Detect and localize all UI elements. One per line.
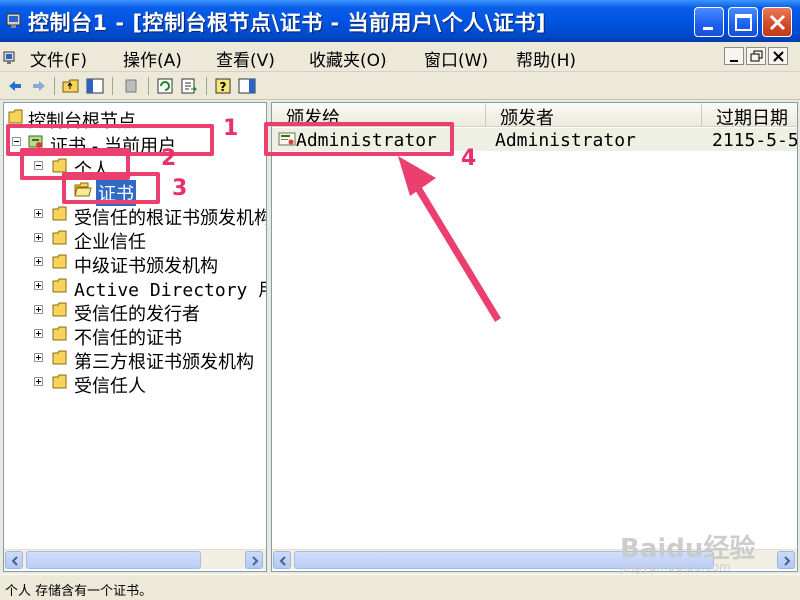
tree-label: 企业信任 bbox=[74, 232, 146, 253]
cell-issued-by: Administrator bbox=[495, 130, 636, 151]
folder-icon bbox=[52, 278, 67, 293]
folder-icon bbox=[52, 230, 67, 245]
maximize-button[interactable] bbox=[728, 7, 758, 37]
export-list-icon[interactable] bbox=[180, 77, 198, 95]
result-pane[interactable]: 颁发给 颁发者 过期日期 Administrator Administrator… bbox=[271, 102, 798, 572]
folder-icon bbox=[52, 206, 67, 221]
show-hide-tree-icon[interactable] bbox=[86, 77, 104, 95]
expand-toggle[interactable] bbox=[34, 329, 43, 338]
tree-label: 第三方根证书颁发机构 bbox=[74, 352, 254, 373]
folder-icon bbox=[8, 109, 23, 124]
status-bar: 个人 存储含有一个证书。 bbox=[0, 574, 800, 600]
tree-label: 受信任的发行者 bbox=[74, 304, 200, 325]
expand-toggle[interactable] bbox=[34, 209, 43, 218]
tree-label: 不信任的证书 bbox=[74, 328, 182, 349]
menu-view[interactable]: 查看(V) bbox=[216, 46, 275, 71]
toolbar-separator bbox=[206, 77, 207, 95]
scroll-right-button[interactable] bbox=[245, 551, 263, 569]
window-title: 控制台1 - [控制台根节点\证书 - 当前用户\个人\证书] bbox=[28, 11, 546, 35]
mdi-minimize-button[interactable] bbox=[724, 47, 744, 65]
folder-icon bbox=[52, 374, 67, 389]
callout-number-2: 2 bbox=[161, 146, 177, 171]
chevron-left-icon bbox=[11, 556, 18, 566]
maximize-icon bbox=[735, 14, 752, 31]
close-icon bbox=[773, 51, 784, 62]
back-arrow-icon[interactable] bbox=[6, 77, 24, 95]
callout-box-3 bbox=[62, 172, 160, 204]
chevron-right-icon bbox=[784, 556, 791, 566]
forward-arrow-icon[interactable] bbox=[30, 77, 48, 95]
close-icon bbox=[769, 14, 786, 31]
baidu-watermark-url: jingyan.baidu.com bbox=[620, 560, 731, 574]
menu-file[interactable]: 文件(F) bbox=[30, 46, 87, 71]
expand-toggle[interactable] bbox=[34, 233, 43, 242]
refresh-icon[interactable] bbox=[156, 77, 174, 95]
expand-toggle[interactable] bbox=[34, 281, 43, 290]
folder-icon bbox=[52, 326, 67, 341]
menu-bar: 文件(F) 操作(A) 查看(V) 收藏夹(O) 窗口(W) 帮助(H) bbox=[0, 42, 800, 72]
scroll-right-button[interactable] bbox=[777, 551, 795, 569]
minimize-button[interactable] bbox=[694, 7, 724, 37]
show-hide-action-pane-icon[interactable] bbox=[238, 77, 256, 95]
column-header-expiration[interactable]: 过期日期 bbox=[702, 103, 797, 127]
expand-toggle[interactable] bbox=[34, 305, 43, 314]
console-menu-icon[interactable] bbox=[3, 50, 17, 66]
folder-icon bbox=[52, 254, 67, 269]
folder-icon bbox=[52, 350, 67, 365]
scroll-left-button[interactable] bbox=[273, 551, 291, 569]
menu-window[interactable]: 窗口(W) bbox=[424, 46, 488, 71]
column-header-label: 颁发者 bbox=[500, 108, 554, 127]
menu-favorites[interactable]: 收藏夹(O) bbox=[309, 46, 387, 71]
toolbar-separator bbox=[112, 77, 113, 95]
title-bar[interactable]: 控制台1 - [控制台根节点\证书 - 当前用户\个人\证书] bbox=[0, 0, 800, 42]
minimize-icon bbox=[730, 60, 738, 62]
tree-label: 受信任人 bbox=[74, 376, 146, 397]
mdi-close-button[interactable] bbox=[768, 47, 788, 65]
svg-text:?: ? bbox=[220, 80, 227, 94]
help-icon[interactable]: ? bbox=[214, 77, 232, 95]
chevron-left-icon bbox=[279, 556, 286, 566]
callout-number-1: 1 bbox=[223, 116, 239, 141]
up-folder-icon[interactable] bbox=[62, 77, 80, 95]
status-text: 个人 存储含有一个证书。 bbox=[5, 584, 153, 599]
folder-icon bbox=[52, 302, 67, 317]
callout-arrow bbox=[398, 156, 501, 322]
tree-label: Active Directory 用户对象 bbox=[74, 280, 266, 301]
chevron-right-icon bbox=[252, 556, 259, 566]
callout-number-3: 3 bbox=[172, 176, 188, 201]
column-header-label: 过期日期 bbox=[716, 108, 788, 127]
menu-help[interactable]: 帮助(H) bbox=[516, 46, 576, 71]
expand-toggle[interactable] bbox=[34, 353, 43, 362]
toolbar-separator bbox=[54, 77, 55, 95]
scroll-thumb[interactable] bbox=[26, 551, 201, 569]
mmc-app-icon[interactable] bbox=[5, 11, 23, 29]
column-header-issued-by[interactable]: 颁发者 bbox=[486, 103, 702, 127]
restore-icon bbox=[750, 50, 763, 62]
tree-label: 受信任的根证书颁发机构 bbox=[74, 208, 267, 229]
menu-action[interactable]: 操作(A) bbox=[123, 46, 182, 71]
delete-icon[interactable] bbox=[122, 77, 140, 95]
toolbar-separator bbox=[148, 77, 149, 95]
minimize-icon bbox=[703, 27, 713, 30]
toolbar: ? bbox=[0, 72, 800, 100]
tree-label: 中级证书颁发机构 bbox=[74, 256, 218, 277]
cell-expiration: 2115-5-5 bbox=[712, 130, 798, 151]
expand-toggle[interactable] bbox=[34, 377, 43, 386]
tree-horizontal-scrollbar[interactable] bbox=[4, 549, 266, 569]
scroll-left-button[interactable] bbox=[5, 551, 23, 569]
expand-toggle[interactable] bbox=[34, 257, 43, 266]
close-button[interactable] bbox=[762, 7, 792, 37]
mdi-restore-button[interactable] bbox=[746, 47, 766, 65]
